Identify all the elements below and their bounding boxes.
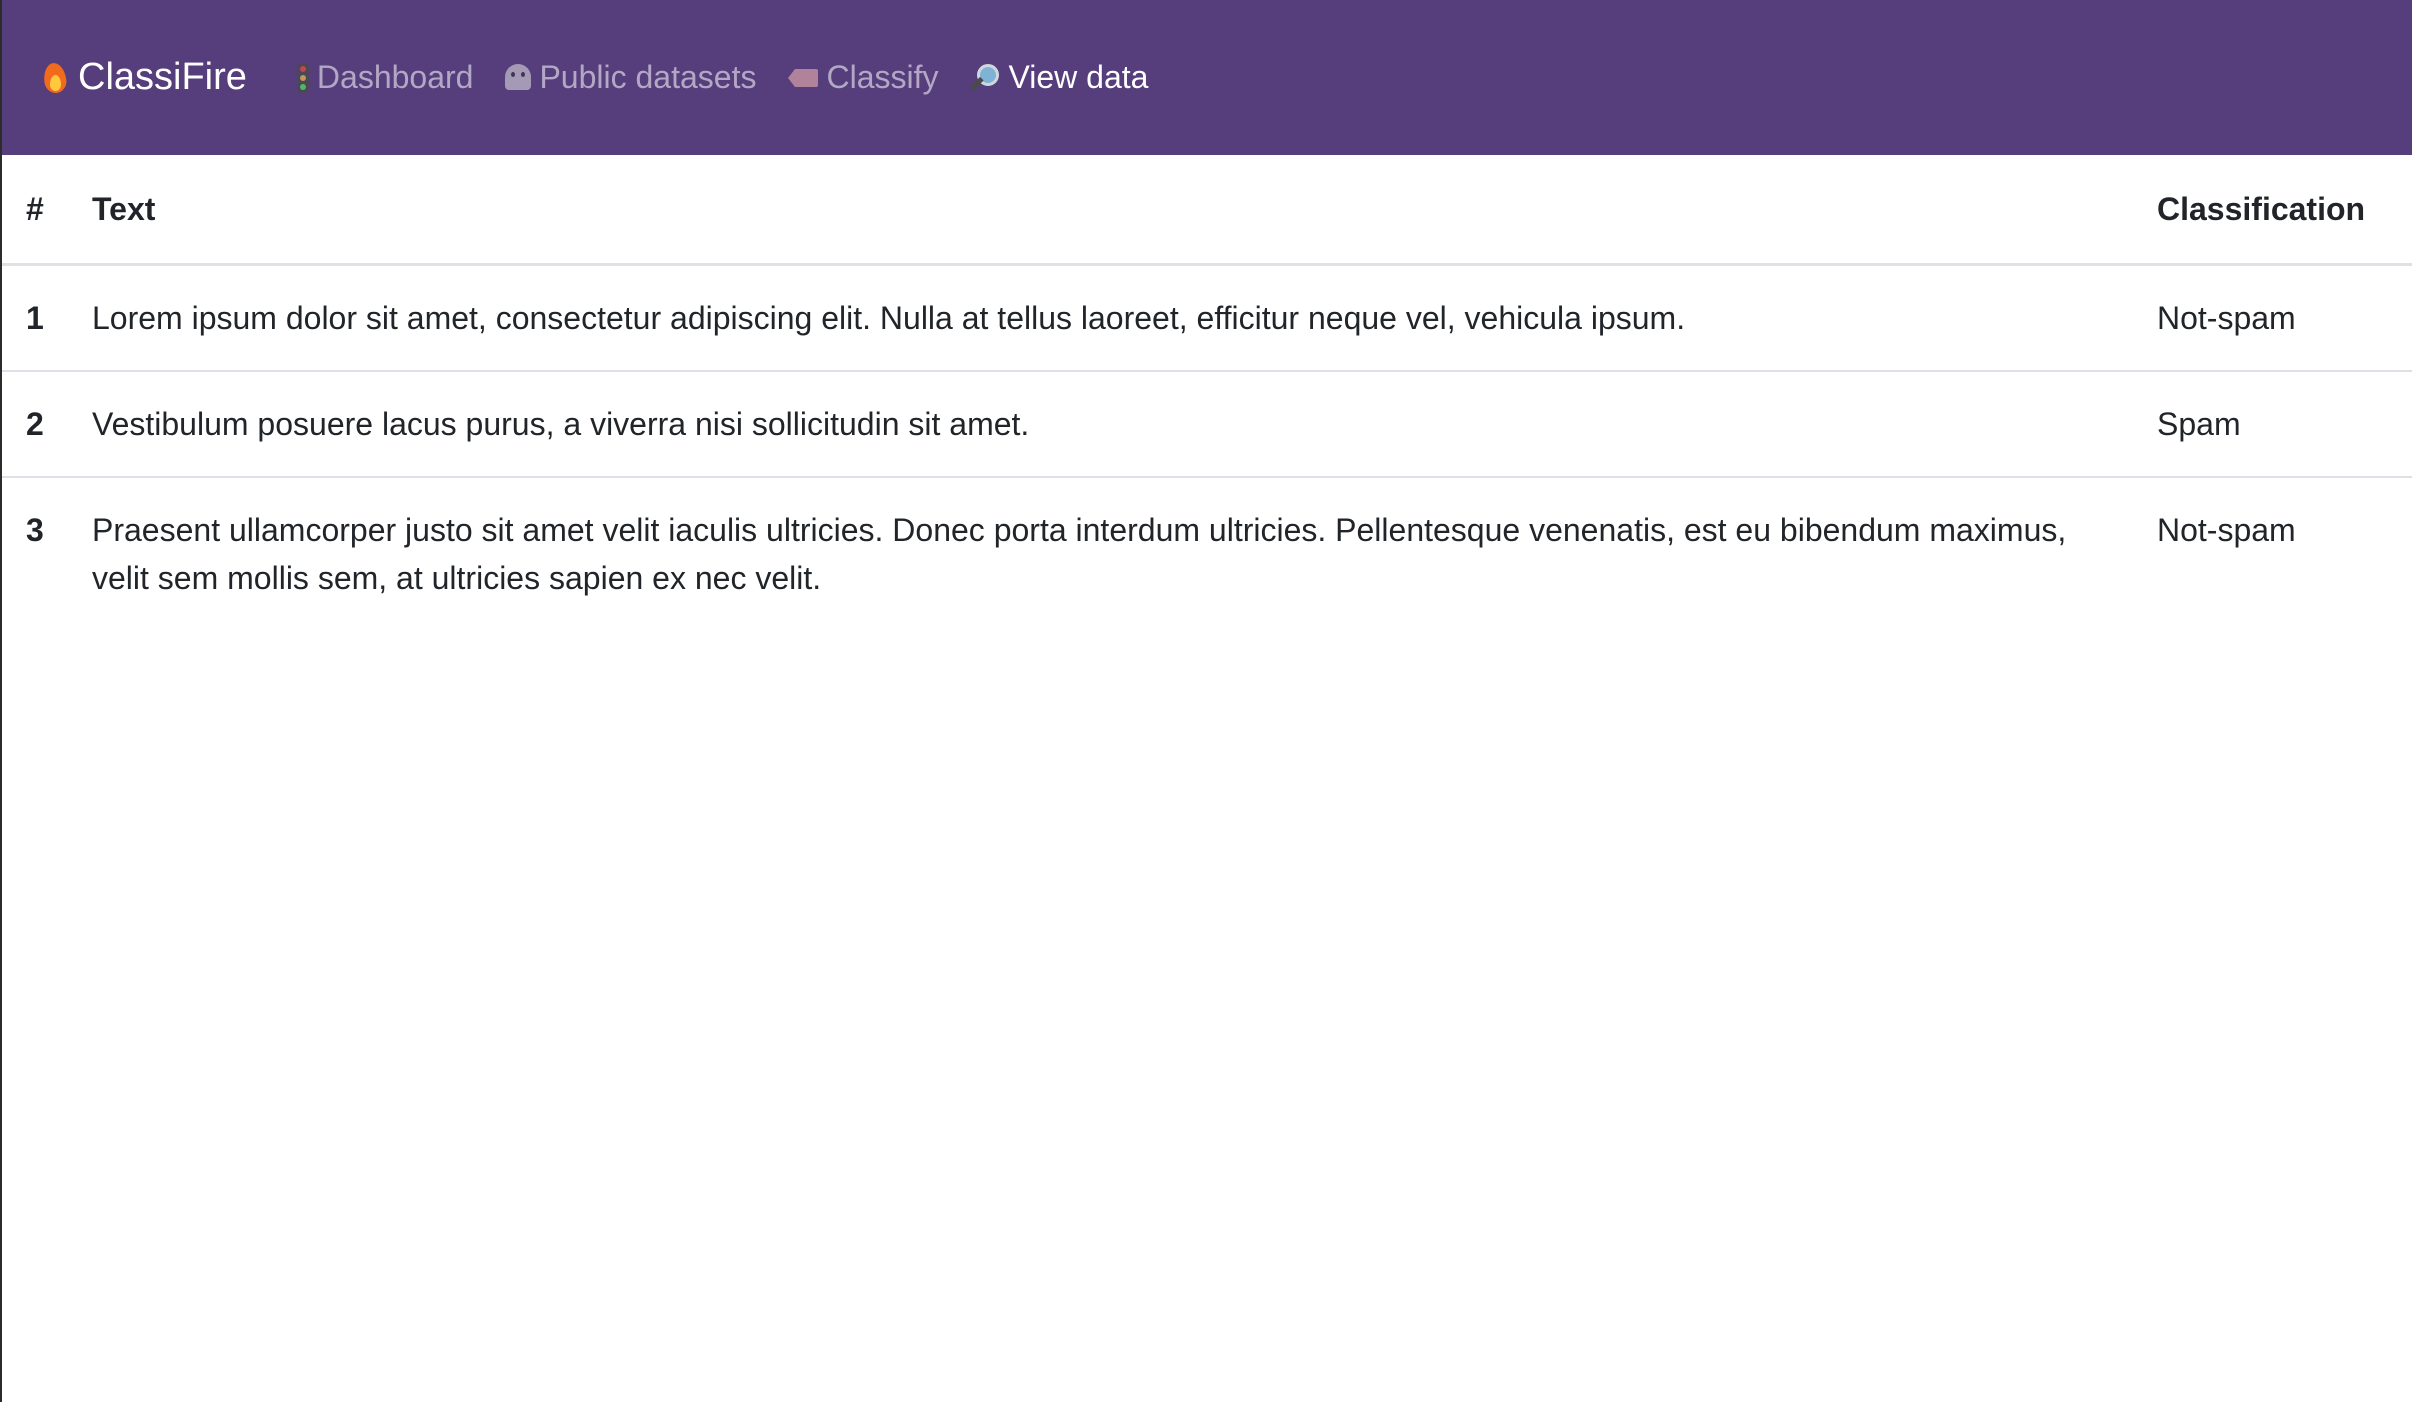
nav-item-label: Public datasets — [539, 59, 757, 95]
row-text: Praesent ullamcorper justo sit amet veli… — [92, 512, 2067, 596]
brand-link[interactable]: ClassiFire — [42, 56, 247, 99]
nav-item-classify[interactable]: Classify — [788, 59, 938, 96]
magnifier-icon — [970, 63, 1000, 93]
nav-item-public-datasets[interactable]: Public datasets — [505, 59, 756, 96]
table-header-row: # Text Classification — [2, 155, 2412, 266]
app-window: ClassiFire Dashboard Public datasets Cla… — [0, 0, 2412, 1402]
row-text: Vestibulum posuere lacus purus, a viverr… — [92, 371, 2157, 478]
ghost-icon — [505, 63, 532, 92]
top-navbar: ClassiFire Dashboard Public datasets Cla… — [2, 0, 2412, 155]
row-number: 1 — [2, 264, 92, 372]
column-header-classification: Classification — [2157, 155, 2412, 266]
tag-icon — [788, 68, 819, 87]
row-number: 3 — [26, 512, 44, 548]
row-number: 2 — [2, 371, 92, 478]
table-row: 3 Praesent ullamcorper justo sit amet ve… — [2, 477, 2412, 630]
traffic-light-icon — [296, 62, 309, 93]
flame-icon — [42, 61, 68, 95]
table-row: 2 Vestibulum posuere lacus purus, a vive… — [2, 371, 2412, 478]
nav-item-label: Dashboard — [316, 59, 474, 95]
column-header-number: # — [2, 155, 92, 266]
nav-item-view-data[interactable]: View data — [970, 59, 1148, 96]
data-table: # Text Classification 1 Lorem ipsum dolo… — [2, 155, 2412, 630]
nav-item-label: View data — [1008, 59, 1149, 95]
column-header-text: Text — [92, 155, 2157, 266]
row-classification: Not-spam — [2157, 512, 2296, 548]
nav-item-dashboard[interactable]: Dashboard — [296, 59, 474, 96]
row-classification: Not-spam — [2157, 264, 2412, 372]
row-text: Lorem ipsum dolor sit amet, consectetur … — [92, 264, 2157, 372]
table-row: 1 Lorem ipsum dolor sit amet, consectetu… — [2, 264, 2412, 372]
row-classification: Spam — [2157, 371, 2412, 478]
nav-item-label: Classify — [826, 59, 939, 95]
brand-label: ClassiFire — [78, 56, 247, 98]
